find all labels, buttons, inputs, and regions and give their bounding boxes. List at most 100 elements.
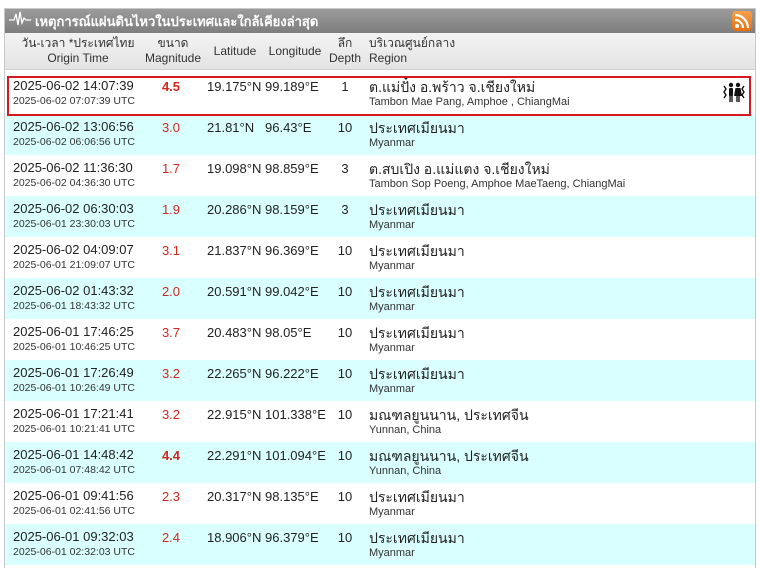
quake-row[interactable]: 2025-06-01 17:21:41 2025-06-01 10:21:41 U…: [5, 401, 755, 442]
quake-row[interactable]: 2025-06-02 06:30:03 2025-06-01 23:30:03 U…: [5, 196, 755, 237]
longitude-value: 101.338°E: [265, 407, 326, 422]
depth-value: 10: [337, 448, 353, 463]
magnitude-value: 4.4: [161, 448, 181, 463]
origin-time-utc: 2025-06-01 21:09:07 UTC: [13, 259, 135, 271]
latitude-value: 19.098°N: [207, 161, 262, 176]
panel-titlebar: เหตุการณ์แผ่นดินไหวในประเทศและใกล้เคียงล…: [5, 9, 755, 33]
quake-row[interactable]: 2025-06-01 17:26:49 2025-06-01 10:26:49 U…: [5, 360, 755, 401]
latitude-value: 21.81°N: [207, 120, 255, 135]
depth-value: 10: [337, 120, 353, 135]
longitude-value: 98.135°E: [265, 489, 319, 504]
longitude-value: 98.05°E: [265, 325, 312, 340]
rss-icon[interactable]: [732, 11, 752, 31]
table-header: วัน-เวลา *ประเทศไทย Origin Time ขนาด Mag…: [5, 33, 755, 70]
origin-time-local: 2025-06-02 11:36:30: [13, 160, 133, 175]
col-magnitude[interactable]: ขนาด Magnitude: [143, 33, 203, 69]
magnitude-value: 1.7: [161, 161, 181, 176]
region-english: Myanmar: [369, 219, 415, 231]
longitude-value: 96.222°E: [265, 366, 319, 381]
quake-row[interactable]: 2025-06-02 13:06:56 2025-06-02 06:06:56 U…: [5, 114, 755, 155]
origin-time-local: 2025-06-01 09:32:03: [13, 529, 134, 544]
latitude-value: 22.915°N: [207, 407, 262, 422]
quake-row[interactable]: 2025-06-02 01:43:32 2025-06-01 18:43:32 U…: [5, 278, 755, 319]
longitude-value: 99.042°E: [265, 284, 319, 299]
origin-time-utc: 2025-06-01 02:41:56 UTC: [13, 505, 135, 517]
depth-value: 10: [337, 325, 353, 340]
latitude-value: 20.317°N: [207, 489, 262, 504]
longitude-value: 96.369°E: [265, 243, 319, 258]
origin-time-local: 2025-06-01 09:41:56: [13, 488, 134, 503]
region-english: Myanmar: [369, 260, 415, 272]
origin-time-local: 2025-06-01 17:26:49: [13, 365, 134, 380]
longitude-value: 98.859°E: [265, 161, 319, 176]
latitude-value: 22.291°N: [207, 448, 262, 463]
quake-row[interactable]: 2025-06-02 04:09:07 2025-06-01 21:09:07 U…: [5, 237, 755, 278]
region-english: Myanmar: [369, 506, 415, 518]
depth-value: 10: [337, 243, 353, 258]
latitude-value: 21.837°N: [207, 243, 262, 258]
origin-time-utc: 2025-06-01 02:32:03 UTC: [13, 546, 135, 558]
region-english: Myanmar: [369, 342, 415, 354]
col-longitude[interactable]: Longitude: [265, 33, 325, 69]
region-english: Yunnan, China: [369, 424, 442, 436]
origin-time-local: 2025-06-02 13:06:56: [13, 119, 134, 134]
origin-time-utc: 2025-06-01 23:30:03 UTC: [13, 218, 135, 230]
latitude-value: 20.591°N: [207, 284, 262, 299]
origin-time-local: 2025-06-02 06:30:03: [13, 201, 134, 216]
selected-quake-highlight: [7, 76, 751, 116]
col-origin-time[interactable]: วัน-เวลา *ประเทศไทย Origin Time: [13, 33, 143, 69]
seismograph-icon: [9, 11, 31, 32]
depth-value: 10: [337, 407, 353, 422]
longitude-value: 96.43°E: [265, 120, 312, 135]
magnitude-value: 3.2: [161, 366, 181, 381]
origin-time-local: 2025-06-02 01:43:32: [13, 283, 134, 298]
magnitude-value: 2.0: [161, 284, 181, 299]
magnitude-value: 2.3: [161, 489, 181, 504]
region-english: Tambon Sop Poeng, Amphoe MaeTaeng, Chian…: [369, 178, 626, 190]
longitude-value: 98.159°E: [265, 202, 319, 217]
depth-value: 10: [337, 489, 353, 504]
col-depth[interactable]: ลึก Depth: [327, 33, 363, 69]
latitude-value: 20.483°N: [207, 325, 262, 340]
magnitude-value: 3.0: [161, 120, 181, 135]
magnitude-value: 3.7: [161, 325, 181, 340]
region-english: Myanmar: [369, 301, 415, 313]
origin-time-local: 2025-06-02 04:09:07: [13, 242, 134, 257]
col-region[interactable]: บริเวณศูนย์กลาง Region: [369, 33, 455, 69]
depth-value: 3: [341, 161, 349, 176]
origin-time-utc: 2025-06-01 18:43:32 UTC: [13, 300, 135, 312]
origin-time-utc: 2025-06-02 04:36:30 UTC: [13, 177, 135, 189]
latitude-value: 20.286°N: [207, 202, 262, 217]
latitude-value: 22.265°N: [207, 366, 262, 381]
depth-value: 10: [337, 284, 353, 299]
quake-row[interactable]: 2025-06-02 11:36:30 2025-06-02 04:36:30 U…: [5, 155, 755, 196]
depth-value: 10: [337, 366, 353, 381]
col-latitude[interactable]: Latitude: [207, 33, 263, 69]
magnitude-value: 3.1: [161, 243, 181, 258]
depth-value: 10: [337, 530, 353, 545]
origin-time-utc: 2025-06-02 06:06:56 UTC: [13, 136, 135, 148]
region-english: Myanmar: [369, 547, 415, 559]
origin-time-utc: 2025-06-01 07:48:42 UTC: [13, 464, 135, 476]
quake-row[interactable]: 2025-06-01 14:48:42 2025-06-01 07:48:42 U…: [5, 442, 755, 483]
quake-row[interactable]: 2025-06-01 09:32:03 2025-06-01 02:32:03 U…: [5, 524, 755, 565]
quake-row[interactable]: 2025-06-01 09:41:56 2025-06-01 02:41:56 U…: [5, 483, 755, 524]
origin-time-utc: 2025-06-01 10:26:49 UTC: [13, 382, 135, 394]
origin-time-local: 2025-06-01 14:48:42: [13, 447, 134, 462]
origin-time-local: 2025-06-01 17:46:25: [13, 324, 134, 339]
origin-time-utc: 2025-06-01 10:46:25 UTC: [13, 341, 135, 353]
region-english: Myanmar: [369, 383, 415, 395]
magnitude-value: 2.4: [161, 530, 181, 545]
origin-time-local: 2025-06-01 17:21:41: [13, 406, 134, 421]
panel-title: เหตุการณ์แผ่นดินไหวในประเทศและใกล้เคียงล…: [35, 13, 319, 29]
quake-row[interactable]: 2025-06-01 17:46:25 2025-06-01 10:46:25 U…: [5, 319, 755, 360]
region-english: Yunnan, China: [369, 465, 442, 477]
latitude-value: 18.906°N: [207, 530, 262, 545]
region-english: Myanmar: [369, 137, 415, 149]
magnitude-value: 3.2: [161, 407, 181, 422]
magnitude-value: 1.9: [161, 202, 181, 217]
origin-time-utc: 2025-06-01 10:21:41 UTC: [13, 423, 135, 435]
longitude-value: 96.379°E: [265, 530, 319, 545]
longitude-value: 101.094°E: [265, 448, 326, 463]
depth-value: 3: [341, 202, 349, 217]
